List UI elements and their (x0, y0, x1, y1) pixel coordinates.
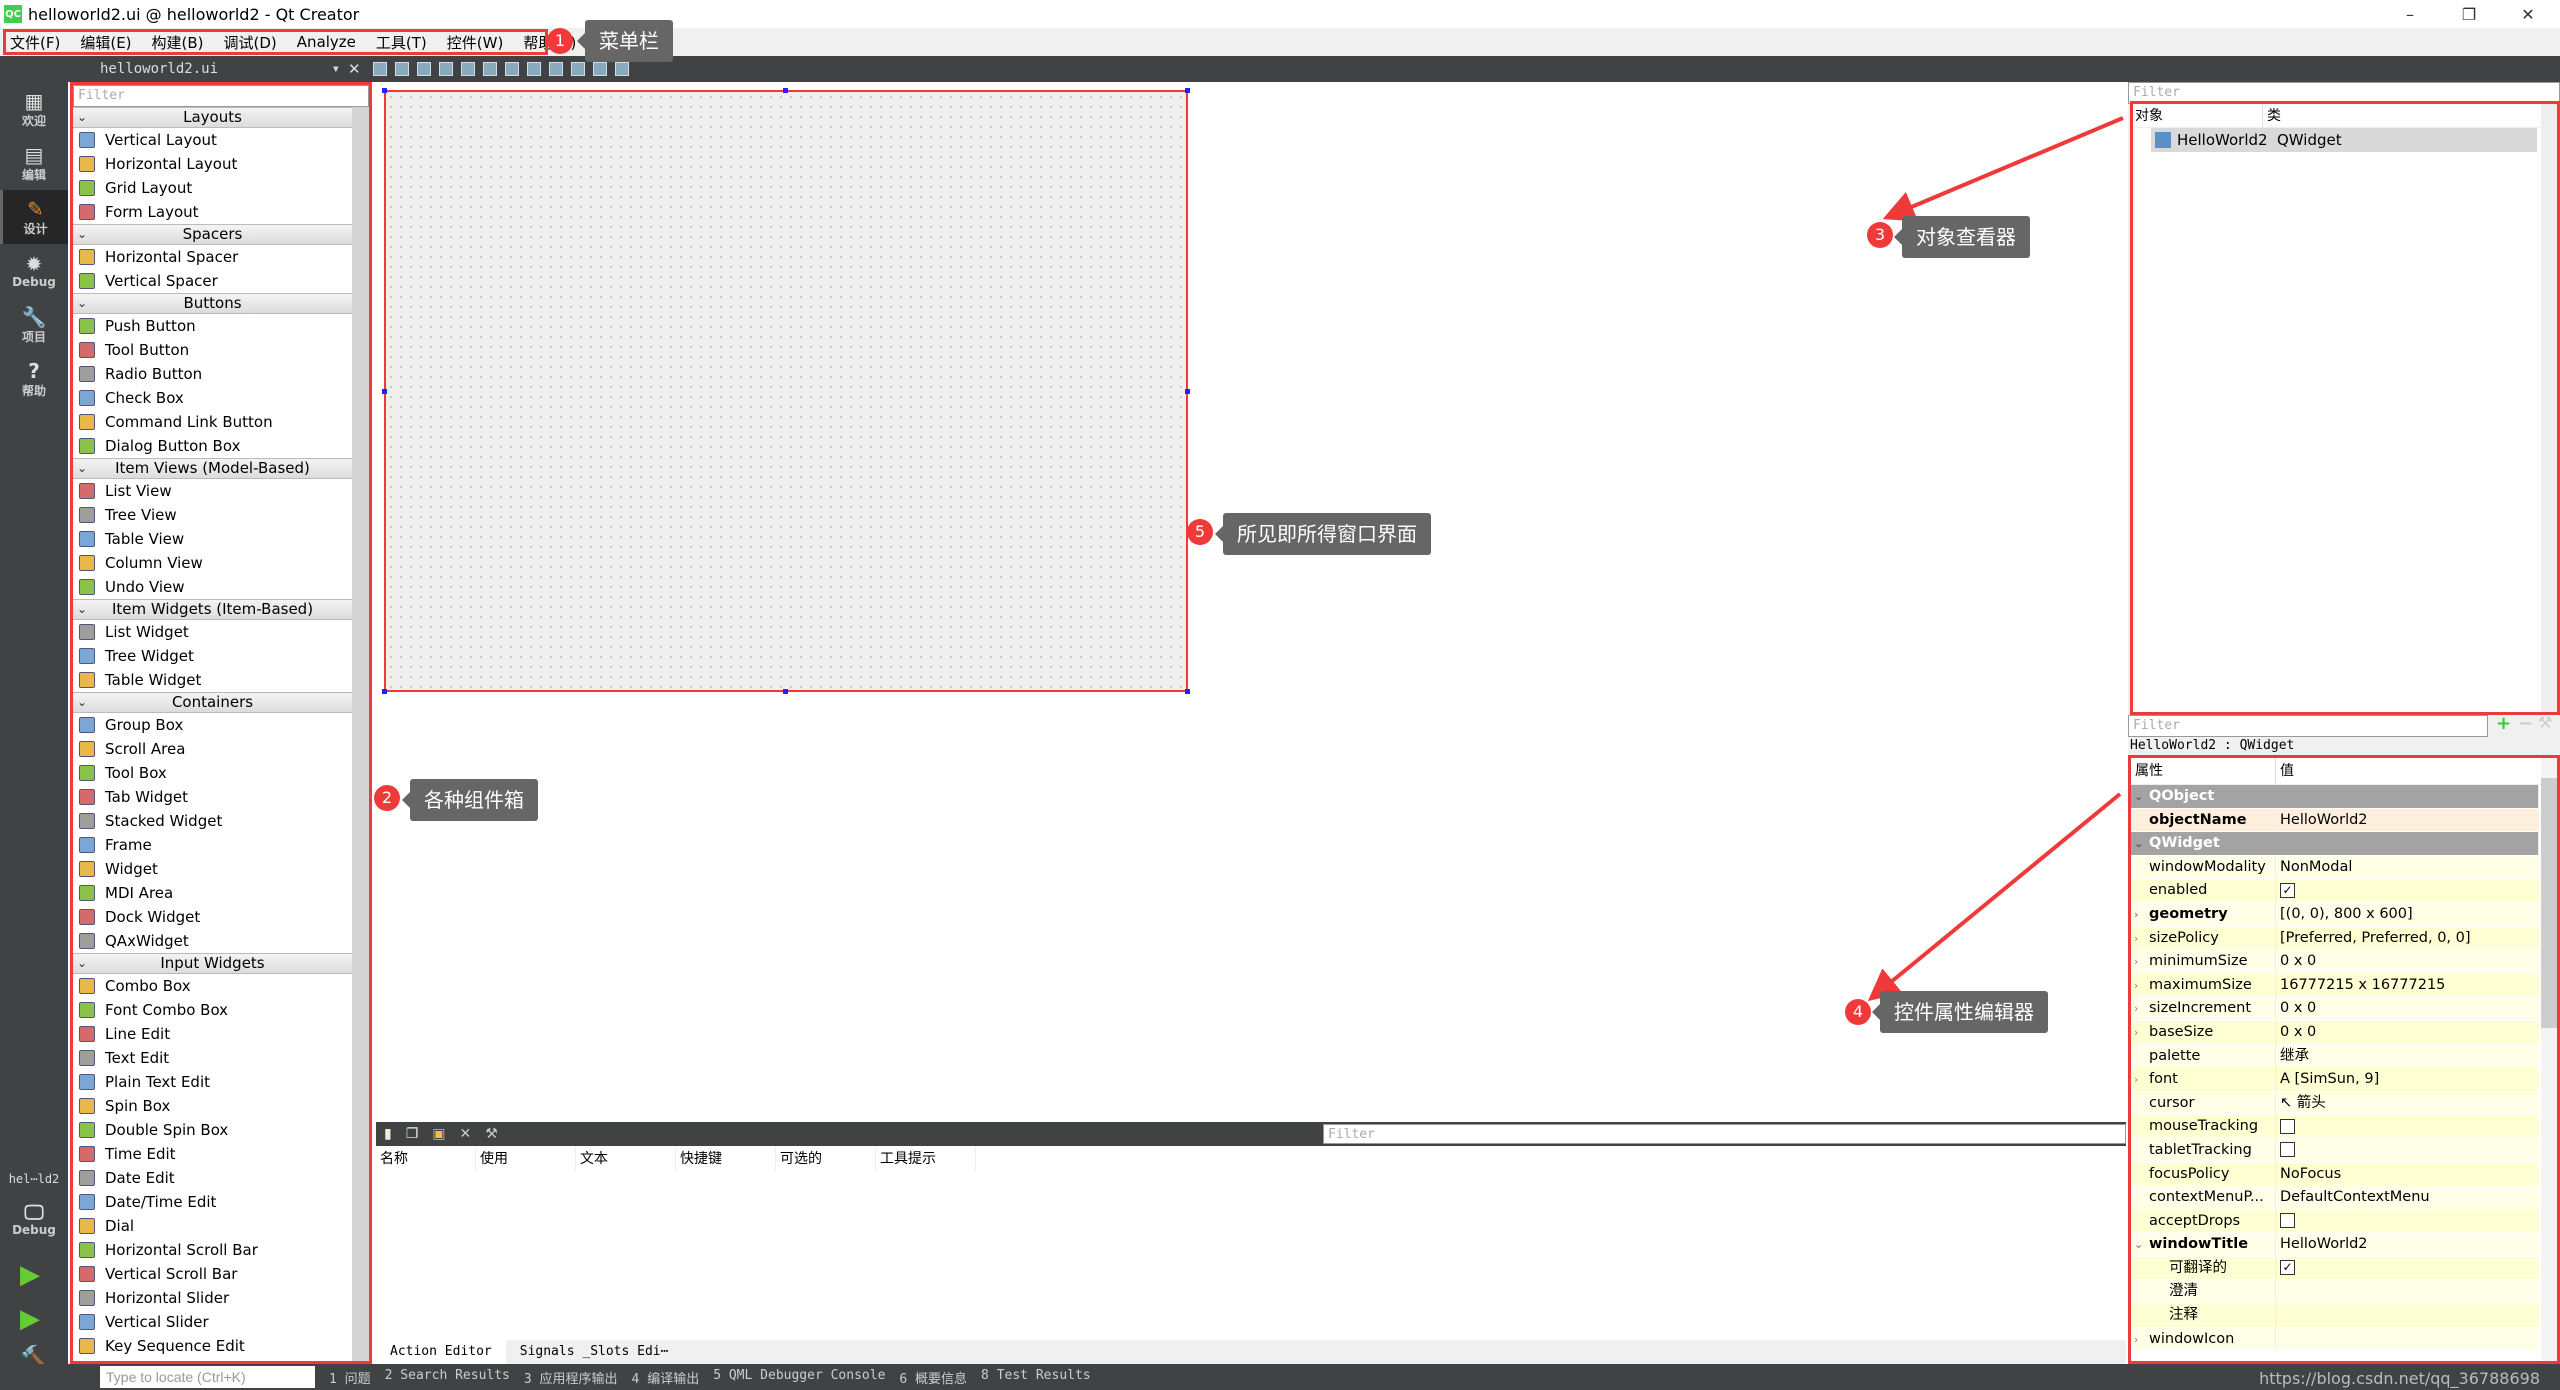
annotation-label-property-editor: 控件属性编辑器 (1872, 991, 2048, 1033)
arrow-property-editor (1867, 792, 2122, 1002)
arrow-object-inspector (1882, 116, 2124, 222)
annotation-label-widgetbox: 各种组件箱 (402, 779, 538, 821)
annotation-badge-1: 1 (547, 28, 573, 54)
annotation-label-menubar: 菜单栏 (577, 20, 673, 62)
annotation-badge-3: 3 (1867, 222, 1893, 248)
annotation-label-object-inspector: 对象查看器 (1894, 216, 2030, 258)
annotation-badge-5: 5 (1187, 519, 1213, 545)
annotation-badge-4: 4 (1845, 999, 1871, 1025)
annotation-label-form: 所见即所得窗口界面 (1215, 513, 1431, 555)
annotation-badge-2: 2 (374, 785, 400, 811)
annotation-arrows (1867, 116, 2124, 1002)
